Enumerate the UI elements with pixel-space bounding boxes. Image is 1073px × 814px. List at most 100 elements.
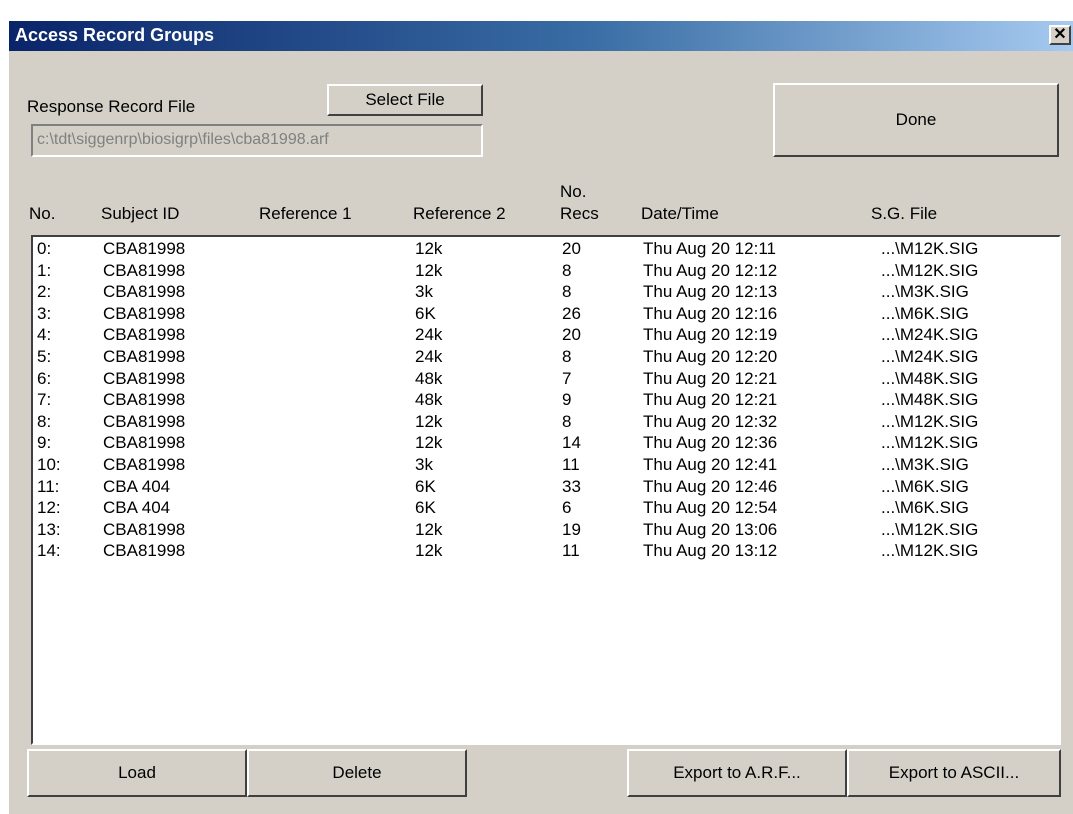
row-reference-2: 3k	[415, 282, 433, 302]
row-recs: 8	[562, 260, 572, 280]
row-datetime: Thu Aug 20 12:32	[643, 411, 778, 431]
title-bar: Access Record Groups ✕	[9, 21, 1073, 51]
row-reference-2: 24k	[415, 347, 443, 366]
table-row[interactable]: 3: CBA81998 6K 26 Thu Aug 20 12:16 ...\M6K.SI…	[33, 304, 1059, 326]
row-no: 13:	[37, 519, 61, 539]
row-sg-file: ...\M12K.SIG	[881, 411, 979, 431]
table-row[interactable]: 6: CBA81998 48k 7 Thu Aug 20 12:21 ...\M48K.S…	[33, 369, 1059, 391]
table-row[interactable]: 14: CBA81998 12k 11 Thu Aug 20 13:12 ...\M12K…	[33, 541, 1059, 563]
close-icon[interactable]: ✕	[1049, 25, 1071, 45]
row-sg-file: ...\M6K.SIG	[881, 498, 969, 518]
row-subject-id: CBA81998	[103, 282, 186, 302]
row-reference-2: 48k	[415, 368, 443, 388]
response-record-file-label: Response Record File	[27, 97, 196, 116]
row-no: 12:	[37, 498, 61, 518]
row-datetime: Thu Aug 20 12:13	[643, 282, 778, 302]
file-path-field[interactable]: c:\tdt\siggenrp\biosigrp\files\cba81998.…	[31, 124, 483, 157]
row-reference-2: 6K	[415, 476, 436, 496]
table-row[interactable]: 11: CBA 404 6K 33 Thu Aug 20 12:46 ...\M6K.SI…	[33, 477, 1059, 499]
row-no: 10:	[37, 455, 61, 474]
row-no: 14:	[37, 541, 61, 561]
table-row[interactable]: 2: CBA81998 3k 8 Thu Aug 20 12:13 ...\M3K.SIG	[33, 282, 1059, 304]
row-no: 3:	[37, 303, 52, 323]
row-no: 7:	[37, 390, 52, 410]
table-row[interactable]: 1: CBA81998 12k 8 Thu Aug 20 12:12 ...\M12K.S…	[33, 261, 1059, 283]
row-sg-file: ...\M24K.SIG	[881, 325, 979, 345]
table-row[interactable]: 5: CBA81998 24k 8 Thu Aug 20 12:20 ...\M24K.S…	[33, 347, 1059, 369]
row-sg-file: ...\M3K.SIG	[881, 455, 969, 474]
row-subject-id: CBA81998	[103, 260, 186, 280]
row-reference-2: 12k	[415, 541, 443, 561]
delete-button[interactable]: Delete	[247, 749, 467, 797]
row-sg-file: ...\M48K.SIG	[881, 390, 979, 410]
row-subject-id: CBA 404	[103, 476, 171, 496]
row-reference-2: 48k	[415, 390, 443, 410]
select-file-button[interactable]: Select File	[327, 84, 483, 116]
column-header-reference-2: Reference 2	[413, 204, 506, 223]
row-subject-id: CBA81998	[103, 455, 186, 474]
row-subject-id: CBA81998	[103, 541, 186, 561]
row-no: 5:	[37, 347, 52, 366]
row-sg-file: ...\M12K.SIG	[881, 260, 979, 280]
row-subject-id: CBA81998	[103, 325, 186, 345]
column-header-datetime: Date/Time	[641, 204, 719, 223]
close-glyph: ✕	[1053, 26, 1067, 43]
row-reference-2: 12k	[415, 260, 443, 280]
table-row[interactable]: 8: CBA81998 12k 8 Thu Aug 20 12:32 ...\M12K.S…	[33, 412, 1059, 434]
row-recs: 33	[562, 476, 581, 496]
row-no: 9:	[37, 433, 52, 453]
row-recs: 20	[562, 325, 581, 345]
row-sg-file: ...\M12K.SIG	[881, 239, 979, 258]
table-row[interactable]: 12: CBA 404 6K 6 Thu Aug 20 12:54 ...\M6K.SIG	[33, 498, 1059, 520]
row-recs: 9	[562, 390, 572, 410]
row-datetime: Thu Aug 20 12:41	[643, 455, 778, 474]
table-row[interactable]: 13: CBA81998 12k 19 Thu Aug 20 13:06 ...\M12K…	[33, 520, 1059, 542]
row-recs: 8	[562, 347, 572, 366]
row-no: 1:	[37, 260, 52, 280]
row-no: 6:	[37, 368, 52, 388]
export-to-arf-button[interactable]: Export to A.R.F...	[627, 749, 847, 797]
row-sg-file: ...\M12K.SIG	[881, 519, 979, 539]
row-recs: 26	[562, 303, 581, 323]
row-recs: 8	[562, 282, 572, 302]
window-title: Access Record Groups	[15, 25, 215, 45]
row-datetime: Thu Aug 20 13:06	[643, 519, 778, 539]
row-datetime: Thu Aug 20 12:16	[643, 303, 778, 323]
table-row[interactable]: 4: CBA81998 24k 20 Thu Aug 20 12:19 ...\M24K.…	[33, 325, 1059, 347]
export-to-ascii-button[interactable]: Export to ASCII...	[847, 749, 1061, 797]
table-row[interactable]: 7: CBA81998 48k 9 Thu Aug 20 12:21 ...\M48K.S…	[33, 390, 1059, 412]
column-header-reference-1: Reference 1	[259, 204, 352, 223]
load-button[interactable]: Load	[27, 749, 247, 797]
row-datetime: Thu Aug 20 12:36	[643, 433, 778, 453]
row-subject-id: CBA81998	[103, 411, 186, 431]
row-reference-2: 6K	[415, 303, 436, 323]
row-datetime: Thu Aug 20 12:21	[643, 368, 778, 388]
row-datetime: Thu Aug 20 12:11	[643, 239, 776, 258]
row-reference-2: 12k	[415, 519, 443, 539]
row-sg-file: ...\M6K.SIG	[881, 476, 969, 496]
row-reference-2: 12k	[415, 239, 443, 258]
table-row[interactable]: 10: CBA81998 3k 11 Thu Aug 20 12:41 ...\M3K.S…	[33, 455, 1059, 477]
row-reference-2: 6K	[415, 498, 436, 518]
done-button[interactable]: Done	[773, 83, 1059, 157]
row-sg-file: ...\M48K.SIG	[881, 368, 979, 388]
record-groups-list[interactable]: 0: CBA81998 12k 20 Thu Aug 20 12:11 ...\M12K.…	[31, 235, 1061, 745]
row-no: 8:	[37, 411, 52, 431]
row-datetime: Thu Aug 20 12:46	[643, 476, 778, 496]
row-sg-file: ...\M6K.SIG	[881, 303, 969, 323]
row-recs: 11	[562, 455, 580, 474]
row-no: 0:	[37, 239, 52, 258]
row-reference-2: 24k	[415, 325, 443, 345]
row-datetime: Thu Aug 20 12:21	[643, 390, 778, 410]
row-datetime: Thu Aug 20 12:54	[643, 498, 778, 518]
column-header-recs: Recs	[560, 204, 599, 223]
row-recs: 11	[562, 541, 580, 561]
row-subject-id: CBA81998	[103, 303, 186, 323]
row-no: 11:	[37, 476, 60, 496]
table-row[interactable]: 9: CBA81998 12k 14 Thu Aug 20 12:36 ...\M12K.…	[33, 433, 1059, 455]
column-header-subject-id: Subject ID	[101, 204, 180, 223]
row-recs: 14	[562, 433, 581, 453]
row-datetime: Thu Aug 20 13:12	[643, 541, 778, 561]
table-row[interactable]: 0: CBA81998 12k 20 Thu Aug 20 12:11 ...\M12K.…	[33, 239, 1059, 261]
row-no: 2:	[37, 282, 52, 302]
